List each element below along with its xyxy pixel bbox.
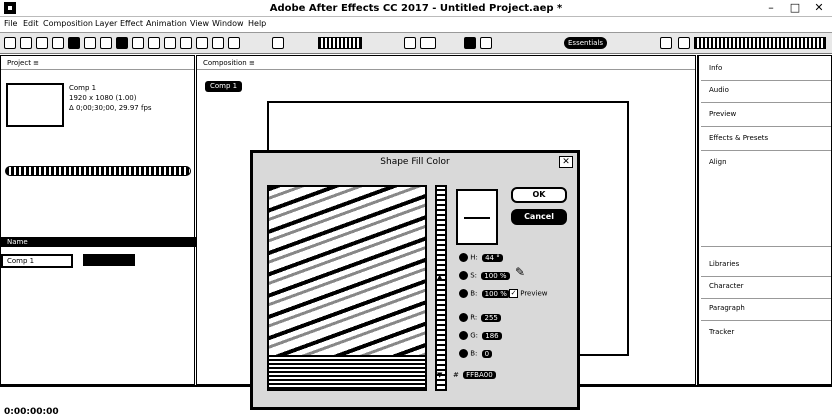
hue-radio[interactable] [459, 253, 468, 262]
eyedropper-icon[interactable]: ✎ [515, 265, 525, 279]
dialog-title: Shape Fill Color [380, 157, 450, 167]
saturation-radio[interactable] [459, 271, 468, 280]
hand-tool-icon[interactable] [36, 37, 48, 49]
green-field[interactable]: G: 186 [459, 331, 502, 343]
project-panel: Project ≡ Comp 1 1920 x 1080 (1.00) Δ 0;… [0, 55, 196, 385]
workspace-menu-icon[interactable] [660, 37, 672, 49]
minimize-button[interactable]: – [760, 1, 782, 15]
snapping-options[interactable] [318, 37, 362, 49]
hue-slider[interactable] [435, 185, 447, 391]
green-radio[interactable] [459, 331, 468, 340]
maximize-button[interactable]: □ [784, 1, 806, 15]
preview-label: Preview [520, 289, 548, 298]
comp-name: Comp 1 [69, 84, 97, 92]
camera-tool-icon[interactable] [84, 37, 96, 49]
stroke-swatch-icon[interactable] [464, 37, 476, 49]
composition-tab[interactable]: Comp 1 [205, 81, 243, 92]
red-field[interactable]: R: 255 [459, 313, 501, 325]
right-panel-stack: Info Audio Preview Effects & Presets Ali… [697, 55, 832, 385]
selection-tool-icon[interactable] [20, 37, 32, 49]
panel-paragraph[interactable]: Paragraph [709, 304, 745, 312]
cancel-button[interactable]: Cancel [511, 209, 567, 225]
menu-layer[interactable]: Layer [95, 19, 117, 28]
preview-check-icon[interactable]: ✓ [509, 289, 518, 298]
rectangle-tool-icon[interactable] [116, 37, 128, 49]
panel-preview[interactable]: Preview [709, 110, 736, 118]
snapping-icon[interactable] [272, 37, 284, 49]
pan-behind-tool-icon[interactable] [100, 37, 112, 49]
panel-libraries[interactable]: Libraries [709, 260, 739, 268]
menu-edit[interactable]: Edit [23, 19, 39, 28]
shape-fill-color-dialog: Shape Fill Color ✕ ▲ ▼ OK Cancel H: 44 °… [250, 150, 580, 410]
dialog-close-button[interactable]: ✕ [559, 156, 573, 168]
composition-panel-header: Composition ≡ [197, 56, 695, 70]
comp-info: Comp 1 1920 x 1080 (1.00) Δ 0;00;30;00, … [69, 83, 152, 113]
hex-field[interactable]: # FFBA00 [453, 371, 496, 379]
type-tool-icon[interactable] [148, 37, 160, 49]
menu-view[interactable]: View [190, 19, 209, 28]
fill-color-icon[interactable] [420, 37, 436, 49]
blue-field[interactable]: B: 0 [459, 349, 493, 361]
hue-field[interactable]: H: 44 ° [459, 253, 503, 265]
brightness-radio[interactable] [459, 289, 468, 298]
comp-thumbnail [6, 83, 64, 127]
color-preview-swatch [456, 189, 498, 245]
puppet-tool-icon[interactable] [228, 37, 240, 49]
panel-info[interactable]: Info [709, 64, 722, 72]
red-radio[interactable] [459, 313, 468, 322]
menu-animation[interactable]: Animation [146, 19, 187, 28]
panel-effects-presets[interactable]: Effects & Presets [709, 134, 768, 142]
color-field[interactable] [267, 185, 427, 391]
comp-dimensions: 1920 x 1080 (1.00) [69, 94, 137, 102]
brightness-field[interactable]: B: 100 % [459, 289, 510, 301]
tools-toolbar: Essentials [0, 32, 832, 54]
title-bar: Adobe After Effects CC 2017 - Untitled P… [0, 0, 832, 17]
clone-tool-icon[interactable] [180, 37, 192, 49]
workspace-essentials[interactable]: Essentials [564, 37, 608, 49]
current-time[interactable]: 0:00:00:00 [4, 407, 59, 415]
close-button[interactable]: ✕ [808, 1, 830, 15]
panel-align[interactable]: Align [709, 158, 727, 166]
stroke-color-icon[interactable] [480, 37, 492, 49]
menu-composition[interactable]: Composition [43, 19, 93, 28]
home-icon[interactable] [4, 37, 16, 49]
brush-tool-icon[interactable] [164, 37, 176, 49]
preview-checkbox[interactable]: ✓ Preview [509, 289, 547, 298]
pen-tool-icon[interactable] [132, 37, 144, 49]
rotation-tool-icon[interactable] [68, 37, 80, 49]
window-title: Adobe After Effects CC 2017 - Untitled P… [269, 3, 563, 14]
hex-value[interactable]: FFBA00 [463, 371, 496, 379]
project-column-header: Name [1, 237, 196, 247]
comp-duration: Δ 0;00;30;00, 29.97 fps [69, 104, 152, 112]
blue-radio[interactable] [459, 349, 468, 358]
menu-bar: File Edit Composition Layer Effect Anima… [0, 17, 832, 32]
hue-slider-arrow-down-icon: ▼ [437, 371, 443, 379]
menu-file[interactable]: File [4, 19, 17, 28]
comp-item-label: Comp 1 [7, 257, 35, 265]
project-item-comp[interactable]: Comp 1 [1, 254, 73, 268]
fill-swatch-icon[interactable] [404, 37, 416, 49]
saturation-field[interactable]: S: 100 % [459, 271, 510, 283]
search-help-icon[interactable] [678, 37, 690, 49]
panel-tracker[interactable]: Tracker [709, 328, 734, 336]
hue-slider-arrow-icon: ▲ [437, 273, 443, 281]
menu-help[interactable]: Help [248, 19, 266, 28]
zoom-tool-icon[interactable] [52, 37, 64, 49]
project-search-input[interactable] [5, 166, 191, 176]
menu-window[interactable]: Window [212, 19, 244, 28]
menu-effect[interactable]: Effect [120, 19, 143, 28]
panel-audio[interactable]: Audio [709, 86, 729, 94]
search-help-input[interactable] [694, 37, 826, 49]
ok-button[interactable]: OK [511, 187, 567, 203]
roto-brush-icon[interactable] [212, 37, 224, 49]
panel-character[interactable]: Character [709, 282, 744, 290]
project-item-type [83, 254, 135, 266]
project-panel-header: Project ≡ [1, 56, 194, 70]
eraser-tool-icon[interactable] [196, 37, 208, 49]
